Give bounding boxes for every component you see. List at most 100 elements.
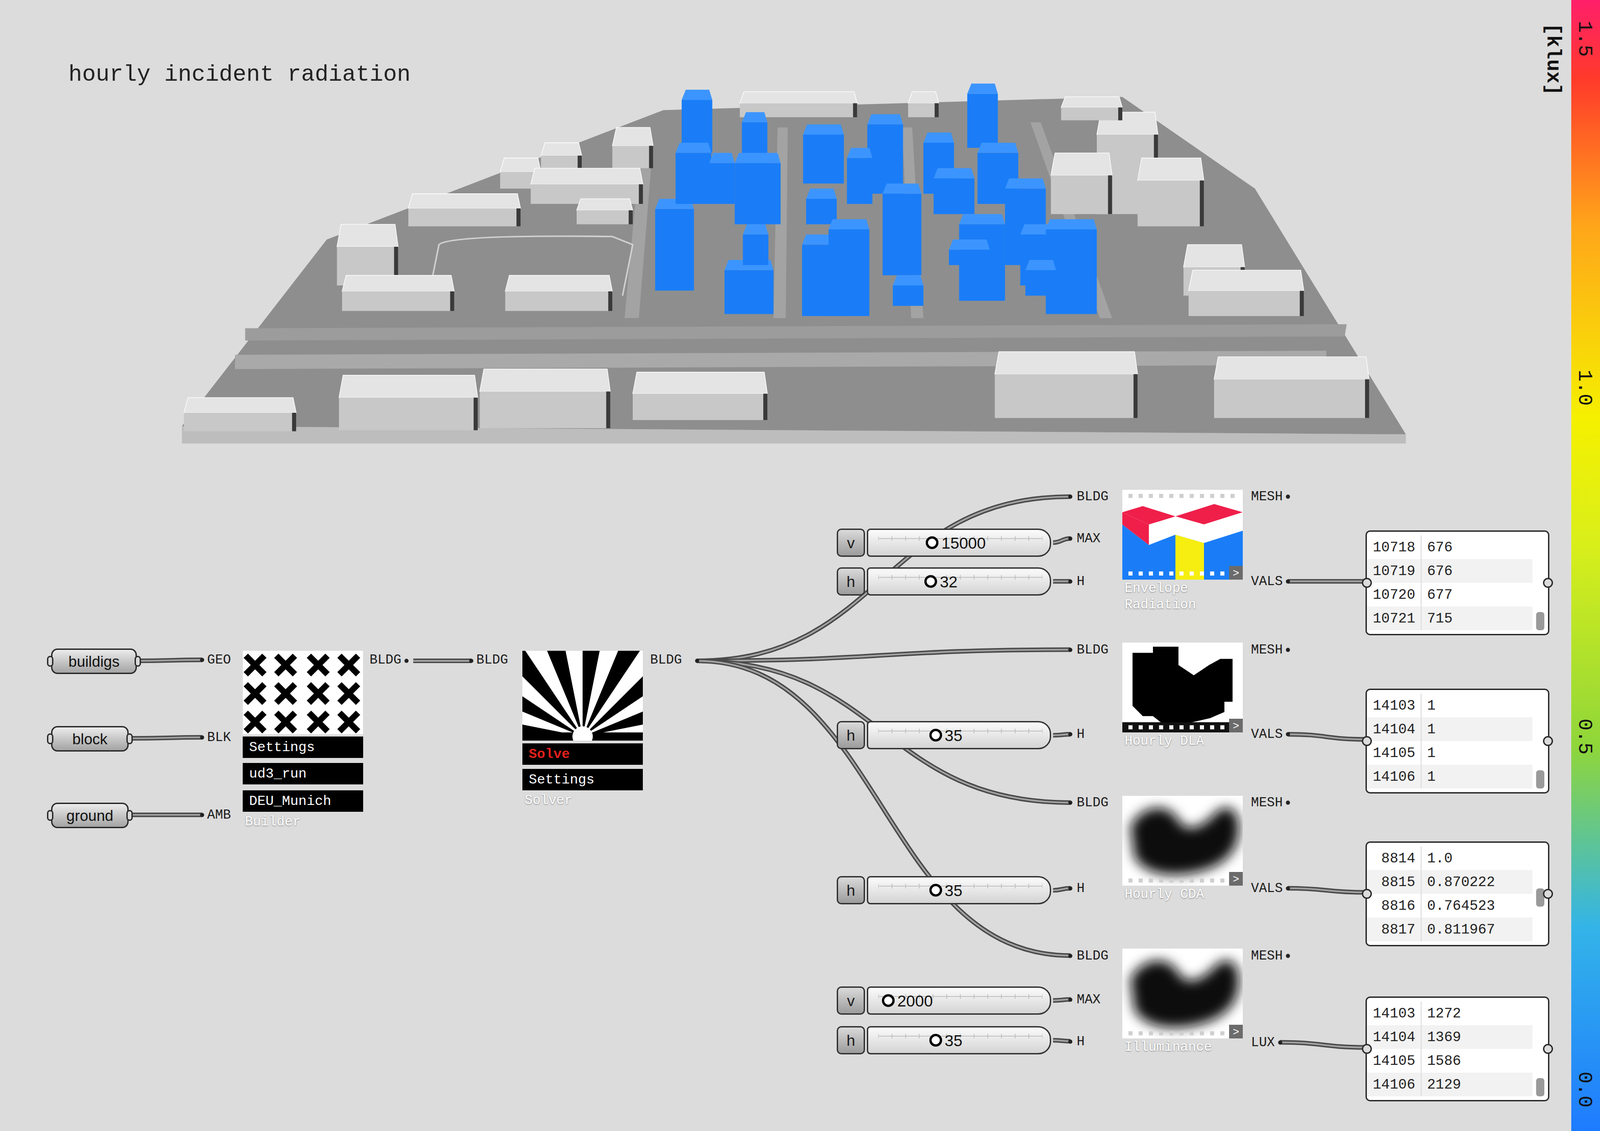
param-node[interactable]: block: [51, 726, 129, 752]
wire: [697, 661, 1071, 956]
port-dot[interactable]: [1286, 732, 1291, 737]
solver-icon[interactable]: [522, 651, 643, 741]
param-node[interactable]: buildigs: [51, 648, 137, 675]
port-dot[interactable]: [469, 659, 474, 664]
slider-track[interactable]: 35: [866, 721, 1052, 750]
panel-port[interactable]: [1542, 889, 1554, 900]
expand-button[interactable]: >: [1229, 1025, 1243, 1039]
port-dot[interactable]: [1068, 886, 1073, 892]
row-index: 14106: [1366, 765, 1422, 789]
panel-port[interactable]: [1542, 578, 1554, 589]
port-dot[interactable]: [1068, 801, 1073, 806]
port-label: AMB: [207, 808, 231, 823]
param-port: [126, 810, 133, 822]
slider-key[interactable]: v: [836, 528, 866, 558]
number-slider[interactable]: h35: [836, 721, 1052, 750]
port-dot[interactable]: [404, 659, 409, 664]
port-dot[interactable]: [1068, 954, 1073, 959]
port-dot[interactable]: [1286, 648, 1291, 653]
panel-scrollbar[interactable]: [1536, 770, 1545, 789]
slider-track[interactable]: 35: [866, 1026, 1052, 1055]
component-name: Illuminance: [1124, 1039, 1246, 1057]
panel-scrollbar[interactable]: [1536, 612, 1545, 631]
param-label: ground: [61, 808, 120, 824]
port-dot[interactable]: [1068, 648, 1073, 653]
wire: [1052, 734, 1071, 736]
menu-item[interactable]: Solve: [522, 743, 643, 766]
menu-item[interactable]: Settings: [242, 736, 364, 759]
panel[interactable]: 141031141041141051141061: [1365, 688, 1550, 794]
port-dot[interactable]: [200, 735, 205, 741]
panel-port[interactable]: [1542, 736, 1554, 747]
slider-track[interactable]: 35: [866, 876, 1052, 905]
expand-button[interactable]: >: [1229, 872, 1243, 886]
canvas[interactable]: hourly incident radiation[klux]1.51.00.5…: [0, 0, 1600, 1131]
port-dot[interactable]: [200, 813, 205, 818]
param-node[interactable]: ground: [51, 802, 129, 829]
port-dot[interactable]: [1286, 886, 1291, 892]
slider-key[interactable]: h: [836, 567, 866, 596]
port-dot[interactable]: [1278, 1041, 1283, 1046]
number-slider[interactable]: v15000: [836, 528, 1052, 558]
slider-value: 32: [939, 573, 958, 590]
menu-item[interactable]: Settings: [522, 769, 643, 791]
slider-track[interactable]: 15000: [866, 528, 1052, 558]
slider-key[interactable]: h: [836, 876, 866, 905]
slider-key[interactable]: v: [836, 986, 866, 1016]
panel-port[interactable]: [1361, 736, 1372, 747]
number-slider[interactable]: h 32: [836, 567, 1052, 596]
menu-item[interactable]: ud3_run: [242, 763, 364, 785]
panel-port[interactable]: [1542, 1044, 1554, 1055]
port-dot[interactable]: [1068, 495, 1073, 500]
slider-track[interactable]: 32: [866, 567, 1052, 596]
port-dot[interactable]: [1286, 801, 1291, 806]
expand-button[interactable]: >: [1229, 719, 1243, 733]
legend-tick: 0.5: [1574, 718, 1595, 755]
expand-button[interactable]: >: [1229, 566, 1243, 580]
component-node[interactable]: >: [1122, 642, 1243, 733]
slider-knob[interactable]: [924, 575, 938, 589]
panel[interactable]: 141031272141041369141051586141062129: [1365, 996, 1550, 1102]
panel[interactable]: 10718676107196761072067710721715: [1365, 530, 1550, 636]
number-slider[interactable]: h35: [836, 876, 1052, 905]
panel-port[interactable]: [1361, 889, 1372, 900]
component-node[interactable]: >: [1122, 489, 1243, 580]
context-building: [541, 142, 582, 172]
builder-icon[interactable]: [242, 651, 364, 735]
port-dot[interactable]: [1068, 1040, 1073, 1045]
port-dot[interactable]: [1068, 998, 1073, 1003]
component-node[interactable]: >: [1122, 948, 1243, 1039]
slider-knob[interactable]: [881, 994, 895, 1008]
port-dot[interactable]: [1286, 495, 1291, 500]
slider-knob[interactable]: [925, 536, 939, 550]
row-value: 1: [1421, 698, 1436, 714]
analysed-building: [967, 83, 998, 148]
port-dot[interactable]: [695, 659, 700, 664]
panel-row: 88160.764523: [1366, 894, 1533, 918]
panel[interactable]: 88141.088150.87022288160.76452388170.811…: [1365, 841, 1550, 947]
port-dot[interactable]: [1286, 954, 1291, 959]
slider-knob[interactable]: [929, 884, 943, 897]
slider-key[interactable]: h: [836, 1026, 866, 1055]
panel-scrollbar[interactable]: [1536, 1078, 1545, 1097]
port-dot[interactable]: [1068, 536, 1073, 542]
port-dot[interactable]: [1286, 579, 1291, 584]
port-label: BLDG: [369, 653, 402, 668]
port-label: VALS: [1250, 882, 1283, 896]
panel-port[interactable]: [1361, 1044, 1372, 1055]
slider-track[interactable]: 2000: [866, 986, 1052, 1016]
menu-item[interactable]: DEU_Munich: [242, 790, 364, 813]
panel-port[interactable]: [1361, 578, 1372, 589]
row-value: 0.870222: [1421, 875, 1496, 890]
slider-knob[interactable]: [929, 729, 943, 742]
slider-key[interactable]: h: [836, 721, 866, 750]
port-dot[interactable]: [1068, 579, 1073, 584]
panel-row: 88141.0: [1366, 846, 1533, 871]
number-slider[interactable]: v2000: [836, 986, 1052, 1016]
number-slider[interactable]: h35: [836, 1026, 1052, 1055]
slider-knob[interactable]: [929, 1034, 943, 1048]
panel-row: 88150.870222: [1366, 870, 1533, 895]
port-dot[interactable]: [200, 658, 205, 663]
component-node[interactable]: >: [1122, 796, 1243, 886]
port-dot[interactable]: [1068, 732, 1073, 737]
